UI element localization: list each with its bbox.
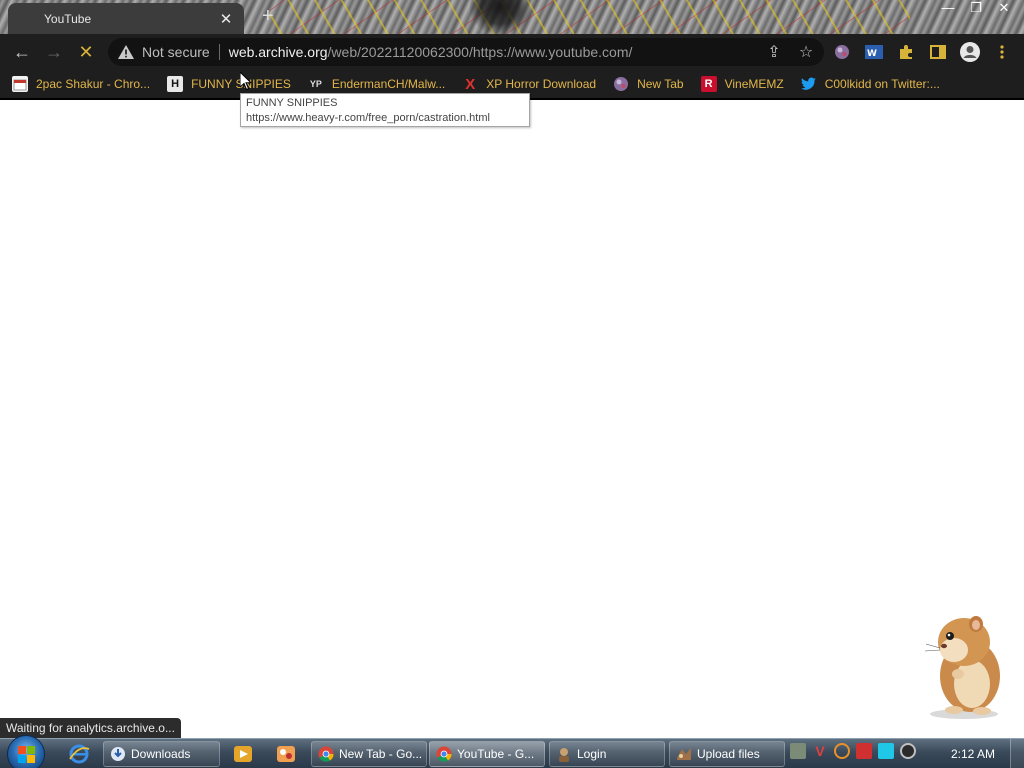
r-logo-icon: R	[700, 76, 717, 92]
taskbar-downloads[interactable]: Downloads	[103, 741, 220, 767]
maximize-button[interactable]: ❐	[962, 0, 990, 18]
stop-loading-button[interactable]: ✕	[70, 36, 102, 68]
share-icon[interactable]: ⇪	[764, 42, 784, 62]
system-tray: V	[790, 743, 916, 759]
tooltip-url: https://www.heavy-r.com/free_porn/castra…	[246, 112, 490, 124]
chrome-icon	[318, 746, 334, 762]
theme-wallpaper-shadow	[470, 0, 530, 34]
show-desktop-button[interactable]	[1010, 739, 1024, 768]
separator	[218, 44, 220, 60]
svg-text:W: W	[867, 49, 877, 59]
bookmark-label: VineMEMZ	[724, 77, 784, 91]
tray-monitor-icon[interactable]	[878, 743, 894, 759]
bookmark-2pac[interactable]: 2pac Shakur - Chro...	[12, 76, 150, 92]
globe-icon	[613, 76, 629, 92]
forward-button[interactable]: →	[38, 36, 70, 68]
side-panel-icon[interactable]	[926, 39, 950, 65]
explorer-icon	[111, 747, 125, 761]
title-bar: YouTube ✕ + — ❐ ✕	[0, 0, 1024, 34]
window-controls: — ❐ ✕	[934, 0, 1018, 18]
bookmark-label: New Tab	[637, 77, 684, 91]
taskbar-upload-files[interactable]: Upload files	[669, 741, 785, 767]
url-host: web.archive.org	[228, 44, 328, 60]
bookmark-star-icon[interactable]: ☆	[796, 42, 816, 62]
profile-avatar-icon[interactable]	[958, 39, 982, 65]
bookmark-tooltip: FUNNY SNIPPIES https://www.heavy-r.com/f…	[240, 93, 530, 127]
minimize-button[interactable]: —	[934, 0, 962, 18]
bookmark-c00lkidd[interactable]: C00lkidd on Twitter:...	[800, 76, 940, 92]
tray-volume-icon[interactable]	[900, 743, 916, 759]
bookmark-vinememz[interactable]: R VineMEMZ	[700, 76, 784, 92]
mouse-cursor-icon	[240, 72, 252, 91]
folder-calendar-icon	[12, 76, 28, 92]
taskbar-new-tab-chrome[interactable]: New Tab - Go...	[311, 741, 427, 767]
taskbar-youtube-chrome[interactable]: YouTube - G...	[429, 741, 545, 767]
taskbar-label: Upload files	[697, 747, 760, 761]
bookmark-new-tab[interactable]: New Tab	[613, 76, 684, 92]
warning-icon[interactable]	[118, 45, 134, 59]
chrome-icon	[436, 746, 452, 762]
taskbar-label: YouTube - G...	[457, 747, 535, 761]
back-button[interactable]: ←	[6, 36, 38, 68]
tab-close-icon[interactable]: ✕	[218, 10, 234, 28]
yp-logo-icon: YP	[307, 76, 324, 92]
start-button[interactable]	[7, 735, 45, 768]
tray-flag-icon[interactable]	[856, 743, 872, 759]
windows-taskbar: Downloads New Tab - Go... YouTube - G...…	[0, 735, 1024, 768]
bookmark-label: C00lkidd on Twitter:...	[824, 77, 940, 91]
internet-explorer-icon[interactable]	[68, 743, 90, 765]
extension-globe-icon[interactable]	[830, 39, 854, 65]
h-logo-icon: H	[167, 76, 184, 92]
bookmark-label: 2pac Shakur - Chro...	[36, 77, 151, 91]
theme-wallpaper	[270, 0, 910, 34]
new-tab-button[interactable]: +	[262, 6, 274, 26]
x-logo-icon: X	[465, 75, 476, 93]
bookmark-label: EndermanCH/Malw...	[331, 77, 446, 91]
tab-youtube[interactable]: YouTube ✕	[8, 3, 244, 34]
tab-title: YouTube	[44, 11, 92, 26]
tray-app-icon[interactable]	[790, 743, 806, 759]
tray-v-icon[interactable]: V	[812, 743, 828, 759]
extension-word-icon[interactable]: W	[862, 39, 886, 65]
bookmark-xp-horror[interactable]: X XP Horror Download	[462, 75, 597, 93]
upload-app-icon	[677, 748, 691, 760]
twitter-icon	[800, 76, 817, 92]
bookmark-label: XP Horror Download	[486, 77, 597, 91]
security-label[interactable]: Not secure	[142, 44, 210, 60]
tooltip-title: FUNNY SNIPPIES	[246, 97, 338, 109]
taskbar-label: New Tab - Go...	[339, 747, 423, 761]
extensions-area: W	[830, 39, 1014, 65]
taskbar-label: Login	[577, 747, 607, 761]
url-path: /web/20221120062300/https://www.youtube.…	[327, 44, 633, 60]
extensions-puzzle-icon[interactable]	[894, 39, 918, 65]
taskbar-login[interactable]: Login	[549, 741, 665, 767]
tray-search-icon[interactable]	[834, 743, 850, 759]
menu-kebab-icon[interactable]	[990, 39, 1014, 65]
bookmark-funny-snippies[interactable]: H FUNNY SNIPPIES	[167, 76, 291, 92]
address-bar[interactable]: Not secure web.archive.org/web/202211200…	[108, 38, 824, 66]
taskbar-clock[interactable]: 2:12 AM	[945, 739, 1001, 768]
hamster-mascot-icon[interactable]	[918, 612, 1010, 720]
media-player-icon[interactable]	[232, 743, 254, 765]
bookmark-endermanch[interactable]: YP EndermanCH/Malw...	[307, 76, 446, 92]
browser-toolbar: ← → ✕ Not secure web.archive.org/web/202…	[0, 34, 1024, 70]
windows-logo-icon	[18, 746, 35, 763]
taskbar-label: Downloads	[131, 747, 191, 761]
url-text[interactable]: web.archive.org/web/20221120062300/https…	[229, 44, 633, 60]
paint-app-icon[interactable]	[275, 743, 297, 765]
login-app-icon	[559, 748, 569, 762]
close-window-button[interactable]: ✕	[990, 0, 1018, 18]
